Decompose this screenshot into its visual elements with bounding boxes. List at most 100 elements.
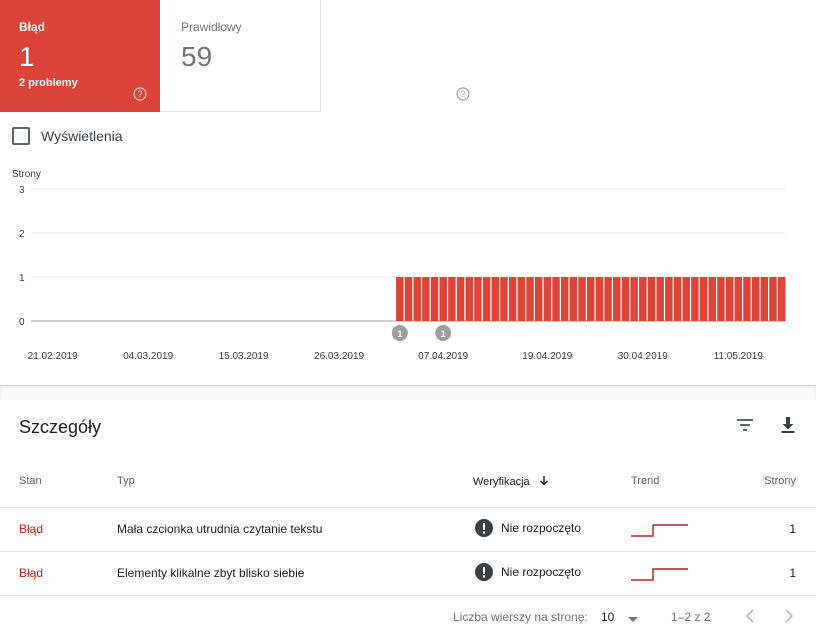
arrow-down-icon: [539, 476, 548, 486]
table-row[interactable]: Błąd Mała czcionka utrudnia czytanie tek…: [0, 508, 816, 552]
chart-bar: [595, 277, 604, 321]
chart-bar: [517, 277, 526, 321]
chart-bar: [656, 277, 664, 321]
column-verification-label: Weryfikacja: [473, 476, 530, 488]
chart-bar: [534, 277, 543, 321]
chart-bar: [647, 277, 656, 321]
valid-summary-card[interactable]: Prawidłowy 59 ?: [160, 0, 470, 112]
exclamation-icon: [475, 519, 493, 537]
chart-bar: [630, 277, 638, 321]
x-tick-label: 15.03.2019: [219, 351, 269, 362]
trend-sparkline: [631, 568, 688, 581]
chevron-left-icon[interactable]: [744, 608, 756, 624]
valid-card-count: 59: [181, 41, 213, 72]
chart-bar: [552, 277, 560, 321]
column-type[interactable]: Typ: [117, 475, 135, 487]
chart-bar: [708, 277, 716, 321]
row-type: Mała czcionka utrudnia czytanie tekstu: [117, 522, 323, 536]
chart-bar: [665, 277, 673, 321]
pages-chart: Strony 3 2 1 0 1 1 21.02.2019 04.03.2019 15.03.20…: [0, 160, 816, 385]
chart-bar: [734, 277, 743, 321]
error-card-issues: 2 problemy: [19, 77, 78, 89]
row-pages: 1: [789, 522, 796, 536]
chart-bar: [613, 277, 621, 321]
impressions-checkbox[interactable]: [12, 127, 30, 145]
column-status[interactable]: Stan: [19, 475, 42, 487]
chevron-right-icon[interactable]: [783, 608, 795, 624]
chart-bar: [769, 277, 777, 321]
chart-bar: [673, 277, 682, 321]
chart-bar: [465, 277, 473, 321]
x-tick-label: 21.02.2019: [28, 351, 78, 362]
row-status: Błąd: [19, 522, 44, 536]
row-verification-label: Nie rozpoczęto: [501, 521, 582, 535]
column-trend[interactable]: Trend: [631, 475, 659, 487]
chart-bar: [456, 277, 465, 321]
row-verification: Nie rozpoczęto: [474, 518, 581, 538]
x-tick-label: 19.04.2019: [522, 351, 572, 362]
pages-chart-svg: Strony 3 2 1 0 1 1 21.02.2019 04.03.2019 15.03.20…: [12, 169, 786, 362]
exclamation-icon: [475, 563, 493, 581]
annotation-label: 1: [441, 329, 446, 339]
row-verification-label: Nie rozpoczęto: [501, 565, 582, 579]
chart-bar: [682, 277, 690, 321]
chart-bar: [491, 277, 500, 321]
svg-text:?: ?: [137, 89, 142, 99]
chart-bar: [717, 277, 725, 321]
chart-bar: [699, 277, 708, 321]
column-verification[interactable]: Weryfikacja: [473, 475, 550, 488]
row-pages: 1: [789, 566, 796, 580]
chart-bar: [526, 277, 534, 321]
impressions-label: Wyświetlenia: [41, 128, 123, 144]
chart-bar: [604, 277, 612, 321]
filter-list-icon[interactable]: [735, 417, 755, 433]
y-tick-label: 0: [19, 317, 25, 328]
rows-per-page-value: 10: [601, 610, 615, 624]
chart-bar: [543, 277, 552, 321]
x-tick-label: 07.04.2019: [418, 351, 468, 362]
chart-bar: [621, 277, 630, 321]
row-status: Błąd: [19, 566, 44, 580]
y-tick-label: 2: [19, 229, 25, 240]
help-icon[interactable]: ?: [456, 87, 470, 101]
x-tick-label: 11.05.2019: [714, 351, 764, 362]
chart-bar: [578, 277, 586, 321]
rows-per-page-label: Liczba wierszy na stronę:: [453, 610, 588, 624]
chart-bar: [691, 277, 699, 321]
error-summary-card[interactable]: Błąd 1 2 problemy ?: [0, 0, 160, 112]
y-tick-label: 3: [19, 185, 25, 196]
chart-bar: [560, 277, 569, 321]
chart-bar: [500, 277, 508, 321]
chart-bar: [751, 277, 760, 321]
chart-bar: [430, 277, 439, 321]
details-table: Stan Typ Weryfikacja Trend Strony Błąd M…: [0, 465, 816, 596]
chart-bar: [448, 277, 456, 321]
error-card-label: Błąd: [19, 20, 46, 34]
y-tick-label: 1: [19, 273, 25, 284]
error-card-count: 1: [19, 41, 35, 72]
chart-bar: [569, 277, 578, 321]
valid-card-label: Prawidłowy: [181, 20, 242, 34]
pagination-range: 1–2 z 2: [671, 610, 711, 624]
table-row[interactable]: Błąd Elementy klikalne zbyt blisko siebi…: [0, 552, 816, 596]
row-verification: Nie rozpoczęto: [474, 562, 581, 582]
column-pages[interactable]: Strony: [764, 475, 796, 487]
svg-text:?: ?: [460, 89, 465, 99]
chart-bar: [413, 277, 421, 321]
rows-per-page-select[interactable]: 10: [601, 610, 639, 624]
x-tick-label: 26.03.2019: [314, 351, 364, 362]
chart-bar: [743, 277, 751, 321]
chart-bar: [474, 277, 482, 321]
chart-bar: [508, 277, 517, 321]
chart-bar: [639, 277, 647, 321]
details-title: Szczegóły: [19, 417, 102, 437]
chart-bar: [777, 277, 786, 321]
chart-bar: [422, 277, 430, 321]
dropdown-arrow-icon: [628, 617, 639, 622]
download-icon[interactable]: [778, 415, 798, 435]
chart-bar: [439, 277, 447, 321]
help-icon[interactable]: ?: [133, 87, 147, 101]
chart-bar: [482, 277, 491, 321]
trend-sparkline: [631, 524, 688, 537]
impressions-toggle[interactable]: Wyświetlenia: [12, 127, 123, 145]
